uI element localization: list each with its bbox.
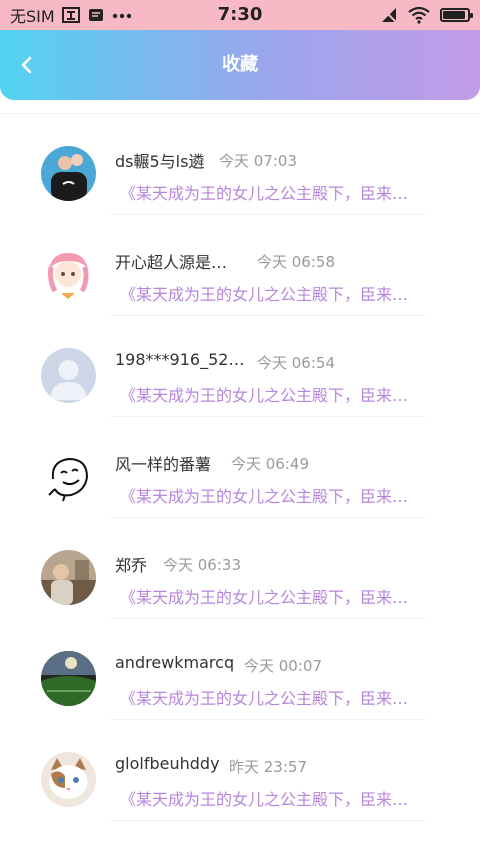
favorite-excerpt[interactable]: 《某天成为王的女儿之公主殿下，臣来…: [120, 382, 408, 406]
no-signal-icon: [382, 8, 397, 23]
user-photo-icon: [41, 550, 96, 605]
timestamp: 今天 06:49: [231, 455, 309, 473]
divider: [110, 820, 425, 821]
favorite-excerpt[interactable]: 《某天成为王的女儿之公主殿下，臣来…: [120, 180, 408, 204]
list-item[interactable]: 郑乔 今天 06:33 《某天成为王的女儿之公主殿下，臣来…: [0, 518, 480, 619]
timestamp: 今天 06:58: [257, 253, 335, 271]
status-left: 无SIM: [10, 0, 133, 30]
user-name: andrewkmarcq: [115, 653, 235, 672]
list-item[interactable]: 198***916_52… 今天 06:54 《某天成为王的女儿之公主殿下，臣来…: [0, 316, 480, 417]
user-photo-icon: [41, 146, 96, 201]
user-name: 风一样的番薯: [115, 455, 212, 474]
favorite-excerpt[interactable]: 《某天成为王的女儿之公主殿下，臣来…: [120, 281, 408, 305]
favorite-excerpt[interactable]: 《某天成为王的女儿之公主殿下，臣来…: [120, 483, 408, 507]
avatar: [41, 651, 96, 706]
list-item[interactable]: 风一样的番薯 今天 06:49 《某天成为王的女儿之公主殿下，臣来…: [0, 417, 480, 518]
wifi-icon: [408, 6, 430, 24]
avatar: [41, 550, 96, 605]
list-item[interactable]: andrewkmarcq 今天 00:07 《某天成为王的女儿之公主殿下，臣来…: [0, 619, 480, 720]
default-user-icon: [41, 348, 96, 403]
user-name: 郑乔: [115, 556, 148, 575]
cat-photo-icon: [41, 752, 96, 807]
battery-icon: [440, 8, 473, 22]
list-item[interactable]: 开心超人源是… 今天 06:58 《某天成为王的女儿之公主殿下，臣来…: [0, 215, 480, 316]
timestamp: 今天 06:33: [163, 556, 241, 574]
avatar: [41, 348, 96, 403]
favorite-excerpt[interactable]: 《某天成为王的女儿之公主殿下，臣来…: [120, 685, 408, 709]
timestamp: 今天 07:03: [219, 152, 297, 170]
anime-girl-icon: [41, 247, 96, 302]
favorite-excerpt[interactable]: 《某天成为王的女儿之公主殿下，臣来…: [120, 584, 408, 608]
status-right: [380, 0, 473, 30]
user-name: 198***916_52…: [115, 350, 245, 369]
timestamp: 今天 06:54: [257, 354, 335, 372]
avatar: [41, 752, 96, 807]
user-name: glolfbeuhddy: [115, 754, 220, 773]
list-item[interactable]: glolfbeuhddy 昨天 23:57 《某天成为王的女儿之公主殿下，臣来…: [0, 720, 480, 821]
stadium-photo-icon: [41, 651, 96, 706]
timestamp: 今天 00:07: [244, 657, 322, 675]
more-dots-icon: [112, 13, 131, 19]
page-title: 收藏: [222, 54, 258, 75]
sim-icon: [61, 7, 80, 23]
notification-icon: [88, 9, 103, 21]
nav-bar: 收藏: [0, 30, 480, 100]
status-bar: 无SIM 7:30: [0, 0, 480, 30]
carrier-label: 无SIM: [10, 7, 55, 26]
user-name: ds輾5与ls遴: [115, 152, 205, 171]
favorite-excerpt[interactable]: 《某天成为王的女儿之公主殿下，臣来…: [120, 786, 408, 810]
list-item[interactable]: ds輾5与ls遴 今天 07:03 《某天成为王的女儿之公主殿下，臣来…: [0, 114, 480, 215]
user-name: 开心超人源是…: [115, 253, 228, 272]
avatar: [41, 146, 96, 201]
avatar: [41, 247, 96, 302]
favorites-list: ds輾5与ls遴 今天 07:03 《某天成为王的女儿之公主殿下，臣来… 开心超…: [0, 113, 480, 821]
avatar: [41, 449, 96, 504]
sketch-face-icon: [41, 449, 96, 504]
timestamp: 昨天 23:57: [229, 758, 307, 776]
